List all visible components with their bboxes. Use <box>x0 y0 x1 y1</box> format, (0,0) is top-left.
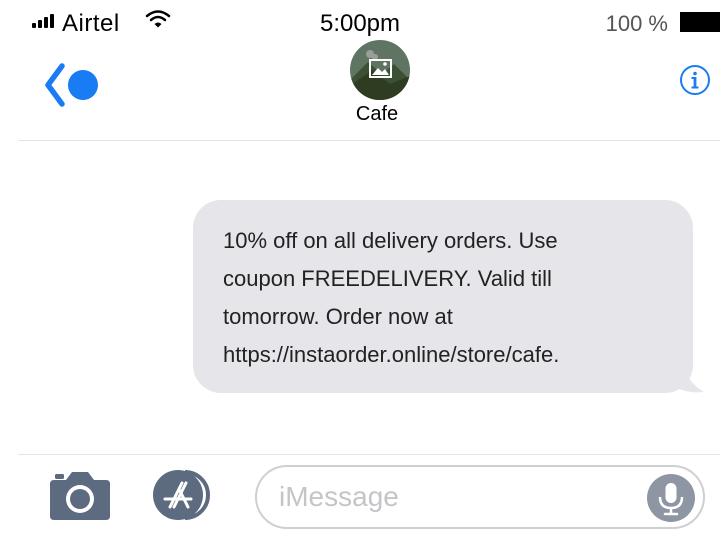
header-divider <box>18 140 720 141</box>
avatar[interactable] <box>350 40 410 100</box>
app-store-icon <box>153 470 210 520</box>
message-line: 10% off on all delivery orders. Use <box>223 228 558 253</box>
message-line: https://instaorder.online/store/cafe. <box>223 342 560 367</box>
back-button[interactable] <box>42 62 102 108</box>
imessage-input[interactable]: iMessage <box>255 465 705 529</box>
camera-icon <box>50 472 110 520</box>
info-icon <box>680 65 710 95</box>
battery-percent: 100 % <box>605 11 668 36</box>
info-button[interactable] <box>679 64 711 96</box>
app-store-button[interactable] <box>152 469 222 521</box>
message-bubble[interactable]: 10% off on all delivery orders. Use coup… <box>193 200 693 393</box>
back-icon <box>45 63 98 107</box>
message-line: tomorrow. Order now at <box>223 304 453 329</box>
microphone-icon <box>647 474 695 522</box>
microphone-button[interactable] <box>647 474 695 522</box>
imessage-placeholder: iMessage <box>279 481 399 512</box>
contact-name[interactable]: Cafe <box>0 103 720 126</box>
status-bar: Airtel 5:00pm 100 % <box>0 0 720 44</box>
camera-button[interactable] <box>48 468 112 522</box>
compose-divider <box>18 454 720 455</box>
battery-icon <box>680 12 720 32</box>
message-line: coupon FREEDELIVERY. Valid till <box>223 266 552 291</box>
